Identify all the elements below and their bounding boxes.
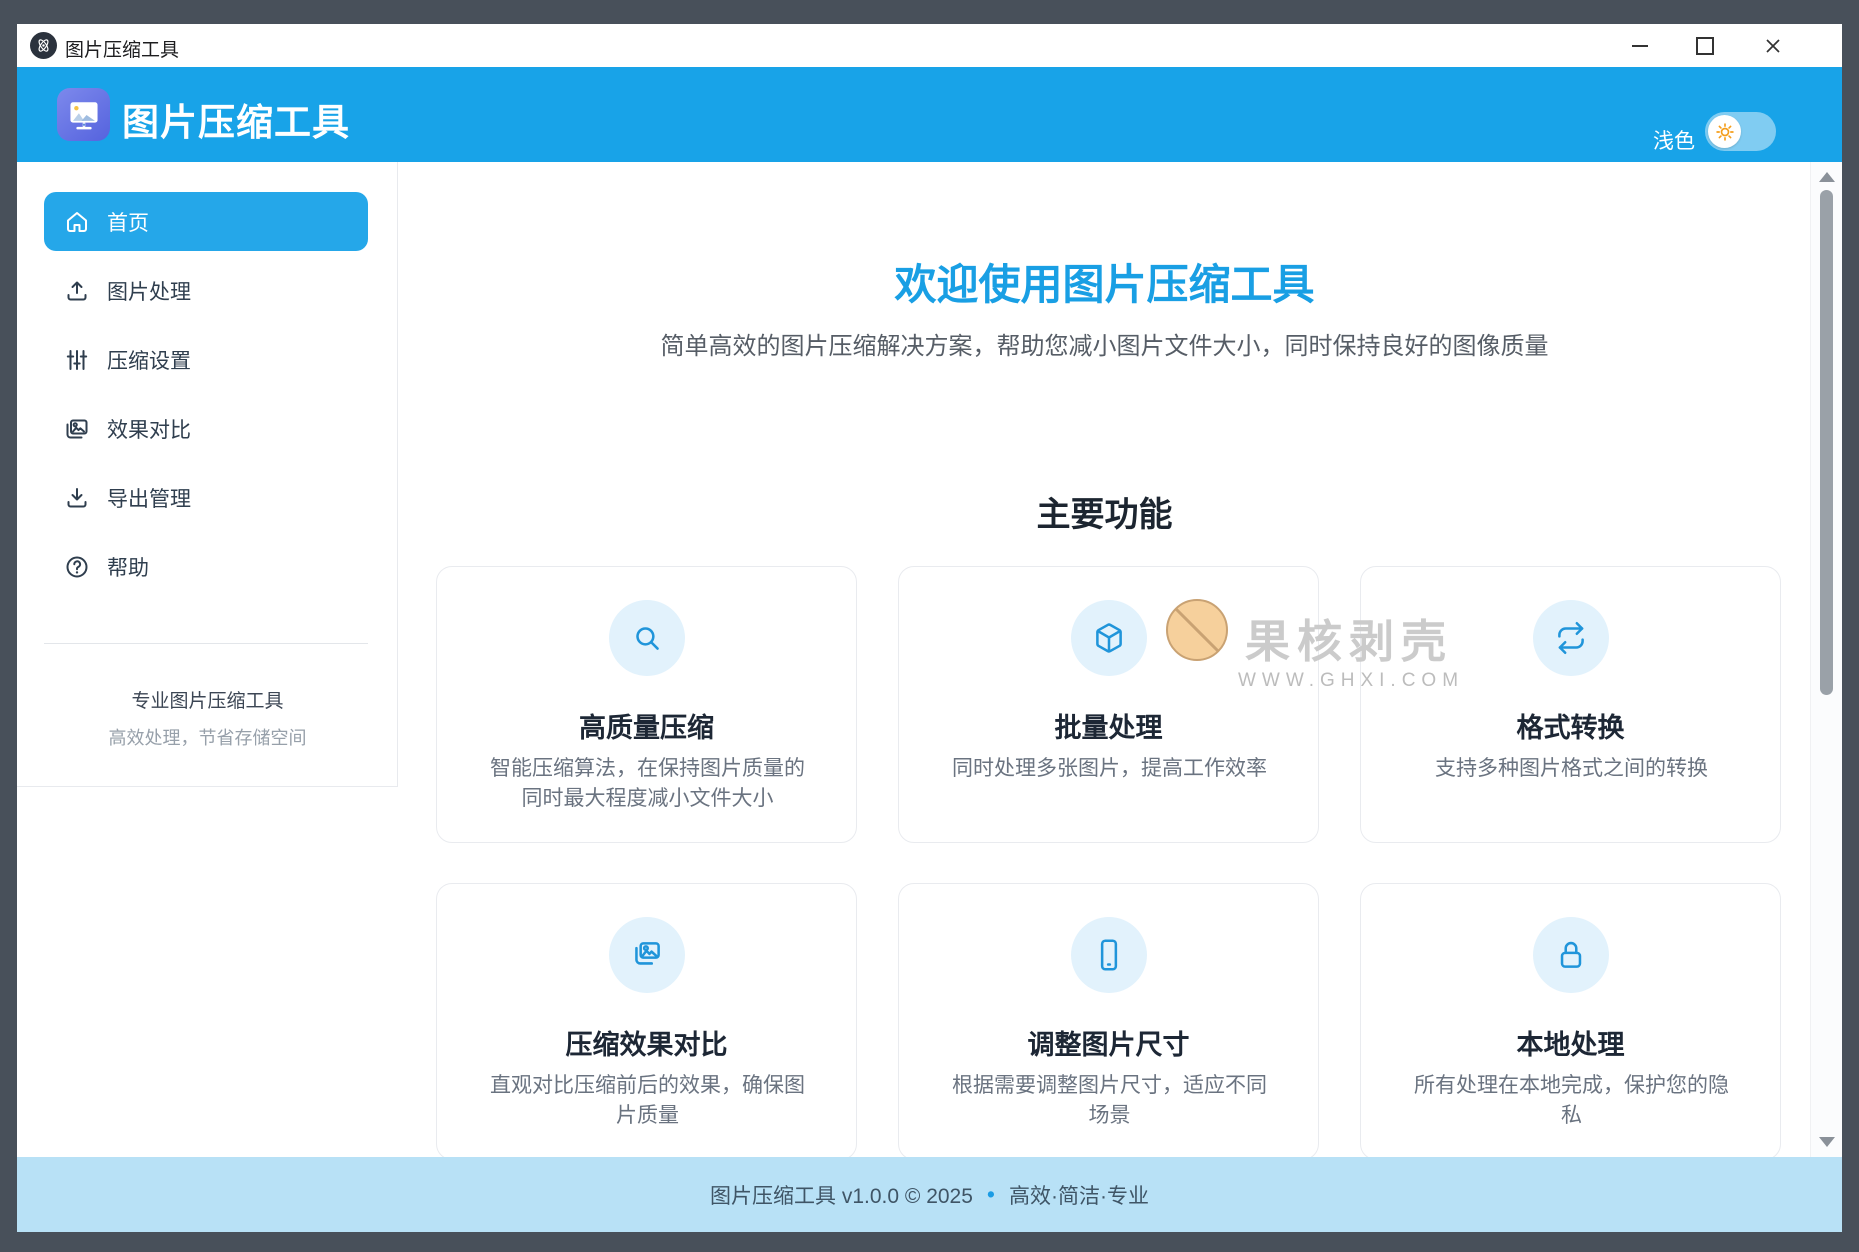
search-icon — [608, 600, 685, 676]
feature-card-compare: 压缩效果对比 直观对比压缩前后的效果，确保图片质量 — [436, 883, 857, 1157]
feature-title: 格式转换 — [1516, 713, 1625, 743]
feature-desc: 根据需要调整图片尺寸，适应不同场景 — [952, 1074, 1267, 1127]
sidebar-item-home[interactable]: 首页 — [44, 192, 368, 251]
feature-desc: 同时处理多张图片，提高工作效率 — [952, 757, 1267, 780]
sidebar-divider — [44, 643, 368, 644]
sidebar-item-help[interactable]: 帮助 — [44, 537, 368, 596]
footer-bullet: • — [986, 1181, 995, 1207]
sidebar-item-label: 首页 — [107, 211, 149, 235]
feature-title: 调整图片尺寸 — [1027, 1030, 1190, 1060]
feature-desc: 智能压缩算法，在保持图片质量的同时最大程度减小文件大小 — [490, 757, 805, 810]
sidebar-nav: 首页 图片处理 压缩设置 效果对比 导出管理 帮助 — [44, 192, 368, 596]
sun-icon — [1708, 115, 1741, 148]
sidebar-item-label: 压缩设置 — [107, 349, 191, 373]
app-window: 图片压缩工具 图片压缩工具 浅色 首页 图片处理 压缩设置 效果对比 导出管理 … — [17, 24, 1842, 1232]
scrollbar-thumb[interactable] — [1820, 190, 1833, 695]
cube-icon — [1070, 600, 1147, 676]
sidebar-footer-subtitle: 高效处理，节省存储空间 — [108, 728, 307, 748]
download-icon — [64, 485, 90, 511]
sidebar-item-compress-settings[interactable]: 压缩设置 — [44, 330, 368, 389]
footer-version: 图片压缩工具 v1.0.0 © 2025 — [710, 1184, 973, 1208]
theme-label: 浅色 — [1653, 130, 1695, 153]
app-title: 图片压缩工具 — [122, 102, 350, 143]
sidebar-item-label: 图片处理 — [107, 280, 191, 304]
app-header: 图片压缩工具 浅色 — [17, 67, 1842, 162]
feature-card-batch: 批量处理 同时处理多张图片，提高工作效率 — [898, 566, 1319, 843]
titlebar: 图片压缩工具 — [17, 24, 1842, 67]
footer-slogan: 高效·简洁·专业 — [1008, 1184, 1149, 1208]
feature-title: 批量处理 — [1054, 713, 1163, 743]
sidebar-item-label: 导出管理 — [107, 487, 191, 511]
feature-desc: 直观对比压缩前后的效果，确保图片质量 — [490, 1074, 805, 1127]
lock-icon — [1532, 917, 1609, 993]
images-icon — [608, 917, 685, 993]
feature-desc: 支持多种图片格式之间的转换 — [1435, 757, 1708, 780]
feature-card-convert: 格式转换 支持多种图片格式之间的转换 — [1360, 566, 1781, 843]
feature-card-local: 本地处理 所有处理在本地完成，保护您的隐私 — [1360, 883, 1781, 1157]
maximize-button[interactable] — [1677, 24, 1733, 67]
theme-toggle[interactable] — [1705, 112, 1776, 151]
vertical-scrollbar — [1810, 162, 1842, 1157]
swap-arrows-icon — [1532, 600, 1609, 676]
window-title: 图片压缩工具 — [65, 40, 180, 61]
feature-title: 压缩效果对比 — [565, 1030, 728, 1060]
sliders-icon — [64, 347, 90, 373]
phone-icon — [1070, 917, 1147, 993]
sidebar-item-label: 效果对比 — [107, 418, 191, 442]
app-icon — [30, 32, 57, 59]
feature-title: 高质量压缩 — [579, 713, 714, 743]
feature-card-high-quality: 高质量压缩 智能压缩算法，在保持图片质量的同时最大程度减小文件大小 — [436, 566, 857, 843]
main-content: 欢迎使用图片压缩工具 简单高效的图片压缩解决方案，帮助您减小图片文件大小，同时保… — [399, 162, 1810, 1157]
section-title: 主要功能 — [1036, 496, 1173, 534]
sidebar-item-compare[interactable]: 效果对比 — [44, 399, 368, 458]
home-icon — [64, 209, 90, 235]
app-logo-icon — [57, 88, 110, 141]
feature-desc: 所有处理在本地完成，保护您的隐私 — [1414, 1074, 1729, 1127]
feature-card-resize: 调整图片尺寸 根据需要调整图片尺寸，适应不同场景 — [898, 883, 1319, 1157]
image-compare-icon — [64, 416, 90, 442]
help-icon — [64, 554, 90, 580]
sidebar-item-image-process[interactable]: 图片处理 — [44, 261, 368, 320]
scroll-up-arrow[interactable] — [1819, 172, 1835, 182]
upload-icon — [64, 278, 90, 304]
feature-title: 本地处理 — [1516, 1030, 1625, 1060]
welcome-title: 欢迎使用图片压缩工具 — [894, 261, 1315, 308]
footer-bar: 图片压缩工具 v1.0.0 © 2025 • 高效·简洁·专业 — [17, 1157, 1842, 1232]
sidebar-item-export[interactable]: 导出管理 — [44, 468, 368, 527]
minimize-button[interactable] — [1612, 24, 1668, 67]
scroll-down-arrow[interactable] — [1819, 1137, 1835, 1147]
sidebar-item-label: 帮助 — [107, 556, 149, 580]
sidebar-footer: 专业图片压缩工具 高效处理，节省存储空间 — [17, 686, 398, 750]
sidebar: 首页 图片处理 压缩设置 效果对比 导出管理 帮助 专业图片压缩工具 高效处理，… — [17, 162, 398, 787]
sidebar-footer-title: 专业图片压缩工具 — [131, 691, 284, 712]
close-button[interactable] — [1745, 24, 1801, 67]
welcome-subtitle: 简单高效的图片压缩解决方案，帮助您减小图片文件大小，同时保持良好的图像质量 — [660, 333, 1549, 360]
